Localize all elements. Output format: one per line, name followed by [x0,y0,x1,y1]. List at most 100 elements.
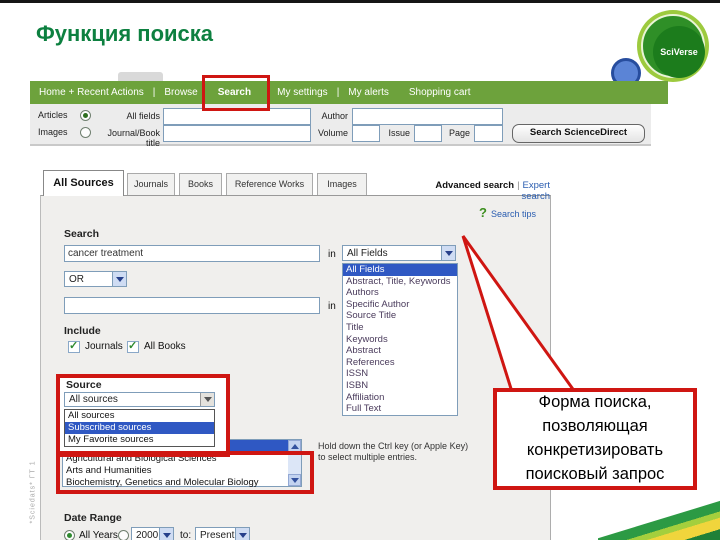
search-sciencedirect-button[interactable]: Search ScienceDirect [512,124,645,143]
author-input[interactable] [352,108,503,125]
field-option[interactable]: Keywords [343,334,457,346]
nav-separator: | [152,87,156,98]
quick-search-bar: Articles All fields Author Images Journa… [30,104,651,148]
field-select[interactable]: All Fields [342,245,456,261]
nav-browse[interactable]: Browse [164,87,197,98]
sciverse-logo-label: SciVerse [660,47,698,57]
chevron-down-icon [204,397,212,402]
field-option[interactable]: Source Title [343,310,457,322]
images-radio[interactable] [80,127,91,138]
search-tips-link[interactable]: Search tips [491,209,536,219]
field-select-arrow-button[interactable] [441,246,455,260]
arrow-up-icon [291,444,299,449]
boolean-select-arrow-button[interactable] [112,272,126,286]
field-option[interactable]: Abstract [343,345,457,357]
nav-my-settings[interactable]: My settings [277,87,328,98]
source-section-label: Source [66,379,102,391]
sciverse-logo: SciVerse [637,10,709,82]
check-icon: ✓ [69,340,79,352]
chevron-down-icon [116,277,124,282]
check-icon: ✓ [128,340,138,352]
year-from-arrow-button[interactable] [159,528,173,540]
nav-separator: | [336,87,340,98]
page-label: Page [448,128,470,138]
page-input[interactable] [474,125,503,142]
nav-my-alerts[interactable]: My alerts [348,87,389,98]
annotation-box-search [202,75,270,111]
nav-shopping-cart[interactable]: Shopping cart [409,87,471,98]
field-option[interactable]: Specific Author [343,299,457,311]
year-to-value: Present [200,530,235,540]
images-radio-label: Images [38,127,68,137]
links-separator: | [517,180,520,191]
journals-checkbox[interactable]: ✓ [68,340,80,353]
source-select-arrow-button[interactable] [200,393,214,406]
hint-line-2: to select multiple entries. [318,452,418,462]
field-option[interactable]: Affiliation [343,392,457,404]
issue-label: Issue [388,128,410,138]
search-tips[interactable]: ? Search tips [479,205,536,220]
source-option[interactable]: My Favorite sources [65,434,214,446]
tab-images[interactable]: Images [317,173,367,195]
all-years-label: All Years [79,530,118,540]
field-option[interactable]: Abstract, Title, Keywords [343,276,457,288]
slide: Функция поиска *Sciedats* ГТ 1 SciVerse … [0,0,720,540]
annotation-box-subjects [56,451,314,494]
callout-box: Форма поиска, позволяющая конкретизирова… [493,388,697,490]
year-to-select[interactable]: Present [195,527,250,540]
field-option[interactable]: Authors [343,287,457,299]
search-term-input-2[interactable] [64,297,320,314]
source-option[interactable]: All sources [65,410,214,422]
all-fields-label: All fields [126,111,160,121]
include-section-label: Include [64,325,101,337]
field-option-selected[interactable]: All Fields [343,264,457,276]
main-navbar: Home + Recent Actions | Browse Search My… [30,81,668,104]
all-books-checkbox[interactable]: ✓ [127,340,139,353]
all-books-checkbox-label: All Books [144,341,186,352]
date-range-label: Date Range [64,512,122,524]
journal-book-title-input[interactable] [163,125,311,142]
sciverse-logo-center: SciVerse [653,26,705,78]
volume-label: Volume [317,128,348,138]
nav-notch [118,72,163,81]
to-label: to: [180,530,192,540]
field-option[interactable]: References [343,357,457,369]
tab-reference-works[interactable]: Reference Works [226,173,313,195]
callout-text: Форма поиска, позволяющая конкретизирова… [525,393,665,483]
source-select[interactable]: All sources [64,392,215,407]
year-to-arrow-button[interactable] [235,528,249,540]
issue-input[interactable] [414,125,442,142]
sciverse-logo-ring: SciVerse [641,14,705,78]
field-options-list: All Fields Abstract, Title, Keywords Aut… [342,263,458,416]
chevron-down-icon [445,251,453,256]
year-from-select[interactable]: 2000 [131,527,174,540]
field-option[interactable]: ISBN [343,380,457,392]
tab-all-sources[interactable]: All Sources [43,170,124,196]
source-option-selected[interactable]: Subscribed sources [65,422,214,434]
articles-radio[interactable] [80,110,91,121]
tab-journals[interactable]: Journals [127,173,175,195]
expert-search-link[interactable]: Expert search [521,180,550,202]
field-select-value: All Fields [347,248,388,259]
chevron-down-icon [163,533,171,538]
source-options-list: All sources Subscribed sources My Favori… [64,409,215,447]
tab-books[interactable]: Books [179,173,222,195]
advanced-links: Advanced search | Expert search [405,180,550,202]
field-option[interactable]: Title [343,322,457,334]
articles-radio-label: Articles [38,110,68,120]
in-label-2: in [328,301,336,312]
year-from-value: 2000 [136,530,159,540]
search-term-input[interactable] [64,245,320,262]
volume-input[interactable] [352,125,380,142]
field-option[interactable]: Full Text [343,403,457,415]
corner-stripes-decoration [598,497,720,540]
left-watermark: *Sciedats* ГТ 1 [29,460,37,524]
boolean-operator-select[interactable]: OR [64,271,127,287]
hint-line-1: Hold down the Ctrl key (or Apple Key) [318,441,469,451]
nav-home[interactable]: Home + Recent Actions [39,87,144,98]
advanced-search-link[interactable]: Advanced search [435,180,514,191]
all-years-radio[interactable] [64,530,75,540]
page-title: Функция поиска [36,21,214,46]
year-range-radio[interactable] [118,530,129,540]
field-option[interactable]: ISSN [343,368,457,380]
